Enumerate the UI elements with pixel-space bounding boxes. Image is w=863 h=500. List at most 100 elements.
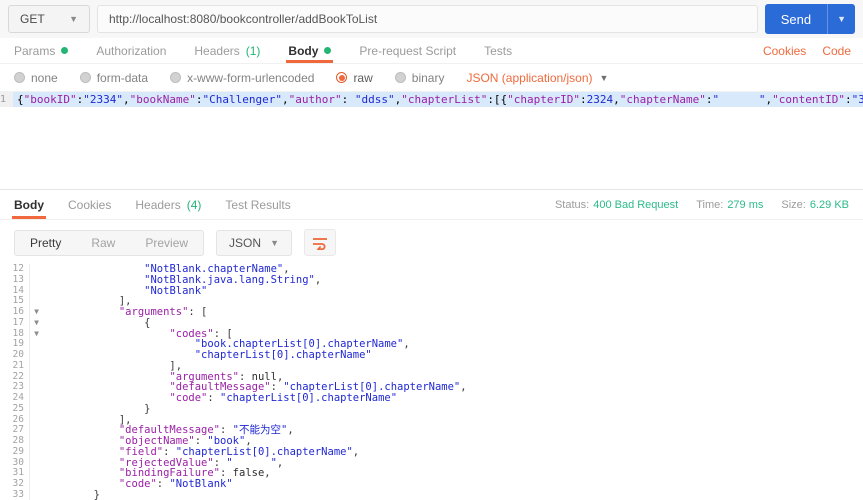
- view-mode-group: Pretty Raw Preview: [14, 229, 205, 256]
- format-dropdown[interactable]: JSON ▼: [216, 229, 292, 256]
- tab-label: Headers: [135, 197, 181, 212]
- tab-authorization[interactable]: Authorization: [96, 38, 166, 63]
- fold-gutter: [30, 479, 43, 490]
- code-link[interactable]: Code: [822, 44, 851, 58]
- wrap-button[interactable]: [303, 229, 336, 256]
- body-mode-row: none form-data x-www-form-urlencoded raw bin…: [0, 64, 863, 91]
- fold-arrow-icon[interactable]: ▼: [30, 318, 43, 329]
- mode-label: none: [31, 70, 58, 85]
- tab-headers[interactable]: Headers (1): [194, 38, 260, 63]
- mode-label: binary: [411, 70, 445, 85]
- top-links: Cookies Code: [763, 44, 851, 58]
- code-line: 32 "code": "NotBlank": [0, 478, 863, 490]
- radio-dot-icon: [79, 72, 91, 83]
- tab-label: Tests: [484, 43, 513, 58]
- fold-arrow-icon[interactable]: ▼: [30, 329, 43, 340]
- response-meta: Status: 400 Bad Request Time: 279 ms Size:…: [555, 199, 849, 211]
- method-select[interactable]: GET ▼: [8, 5, 90, 33]
- body-mode-binary[interactable]: binary: [394, 70, 445, 85]
- radio-dot-icon: [170, 72, 182, 83]
- response-header: Body Cookies Headers (4) Test Results Status…: [0, 190, 863, 220]
- fold-gutter: [30, 286, 43, 297]
- code-line: 21 ],: [0, 359, 863, 372]
- send-options-caret[interactable]: ▼: [827, 4, 855, 34]
- view-mode-raw[interactable]: Raw: [76, 231, 130, 255]
- request-tabs: Params Authorization Headers (1) Body Pre-req…: [14, 38, 512, 63]
- line-number: 13: [0, 274, 30, 286]
- line-number: 1: [0, 92, 14, 107]
- fold-gutter: [30, 468, 43, 479]
- body-mode-x-www-form-urlencoded[interactable]: x-www-form-urlencoded: [170, 71, 314, 85]
- send-label: Send: [780, 11, 812, 27]
- line-number: 33: [0, 489, 30, 500]
- content-type-label: JSON (application/json): [466, 70, 593, 85]
- body-mode-none[interactable]: none: [14, 71, 58, 85]
- fold-gutter: [30, 361, 43, 372]
- code-text: }: [43, 402, 151, 415]
- fold-gutter: [30, 339, 43, 350]
- view-mode-pretty[interactable]: Pretty: [15, 231, 76, 255]
- tab-label: Test Results: [225, 197, 291, 212]
- response-toolbar: Pretty Raw Preview JSON ▼: [14, 229, 863, 256]
- tab-tests[interactable]: Tests: [484, 38, 512, 63]
- line-number: 25: [0, 403, 30, 415]
- radio-dot-icon: [14, 72, 25, 83]
- tab-pre-request-script[interactable]: Pre-request Script: [359, 38, 456, 63]
- tab-label: Headers: [194, 43, 240, 58]
- tab-label: Authorization: [96, 43, 167, 58]
- body-mode-form-data[interactable]: form-data: [79, 70, 149, 85]
- status-value: 400 Bad Request: [593, 198, 679, 211]
- fold-gutter: [30, 447, 43, 458]
- tab-count: (1): [245, 43, 261, 58]
- code-text: ],: [43, 359, 183, 372]
- fold-gutter: [30, 425, 43, 436]
- fold-arrow-icon[interactable]: ▼: [30, 307, 43, 318]
- code-line[interactable]: 1 {"bookID":"2334","bookName":"Challenger…: [0, 92, 863, 107]
- response-tabs: Body Cookies Headers (4) Test Results: [12, 190, 291, 219]
- code-line: 33 }: [0, 488, 863, 500]
- time-value: 279 ms: [727, 198, 764, 211]
- tab-label: Body: [14, 197, 44, 212]
- size-value: 6.29 KB: [809, 198, 849, 211]
- chevron-down-icon: ▼: [599, 72, 609, 83]
- content-type-dropdown[interactable]: JSON (application/json) ▼: [466, 71, 608, 85]
- fold-gutter: [30, 350, 43, 361]
- mode-label: form-data: [96, 70, 149, 85]
- tab-body[interactable]: Body: [286, 38, 334, 63]
- size-badge: Size: 6.29 KB: [781, 198, 849, 211]
- tab-params[interactable]: Params: [14, 38, 69, 63]
- fold-gutter: [30, 296, 43, 307]
- code-text: {"bookID":"2334","bookName":"Challenger"…: [13, 92, 863, 107]
- fold-gutter: [30, 436, 43, 447]
- cookies-link[interactable]: Cookies: [763, 44, 806, 58]
- request-url-bar: GET ▼ Send ▼: [0, 0, 863, 38]
- line-number: 21: [0, 360, 30, 372]
- response-section: Body Cookies Headers (4) Test Results Status…: [0, 189, 863, 500]
- fold-gutter: [30, 415, 43, 426]
- tab-label: Body: [288, 43, 319, 58]
- wrap-text-icon: [312, 237, 327, 250]
- code-text: }: [43, 488, 100, 500]
- view-mode-preview[interactable]: Preview: [130, 231, 203, 255]
- mode-label: x-www-form-urlencoded: [187, 70, 315, 85]
- tab-cookies[interactable]: Cookies: [68, 190, 111, 219]
- tab-headers[interactable]: Headers (4): [135, 190, 201, 219]
- code-line: 25 }: [0, 402, 863, 415]
- tab-test-results[interactable]: Test Results: [225, 190, 290, 219]
- format-label: JSON: [229, 235, 262, 250]
- body-mode-raw[interactable]: raw: [336, 71, 373, 85]
- fold-gutter: [30, 275, 43, 286]
- tab-label: Params: [14, 43, 56, 58]
- chevron-down-icon: ▼: [69, 14, 78, 24]
- url-input[interactable]: [97, 5, 758, 33]
- send-button[interactable]: Send ▼: [764, 4, 855, 34]
- radio-dot-icon: [394, 72, 406, 83]
- method-label: GET: [20, 12, 45, 26]
- unsaved-changes-dot: [324, 47, 332, 54]
- code-line: 17 ▼ {: [0, 317, 863, 329]
- tab-body[interactable]: Body: [12, 190, 46, 219]
- response-body-viewer[interactable]: 12 "NotBlank.chapterName", 13 "NotBlank.j…: [0, 264, 863, 500]
- request-body-editor[interactable]: 1 {"bookID":"2334","bookName":"Challenger…: [0, 91, 863, 189]
- line-number: 17: [0, 317, 30, 329]
- request-tabs-row: Params Authorization Headers (1) Body Pre-req…: [0, 38, 863, 64]
